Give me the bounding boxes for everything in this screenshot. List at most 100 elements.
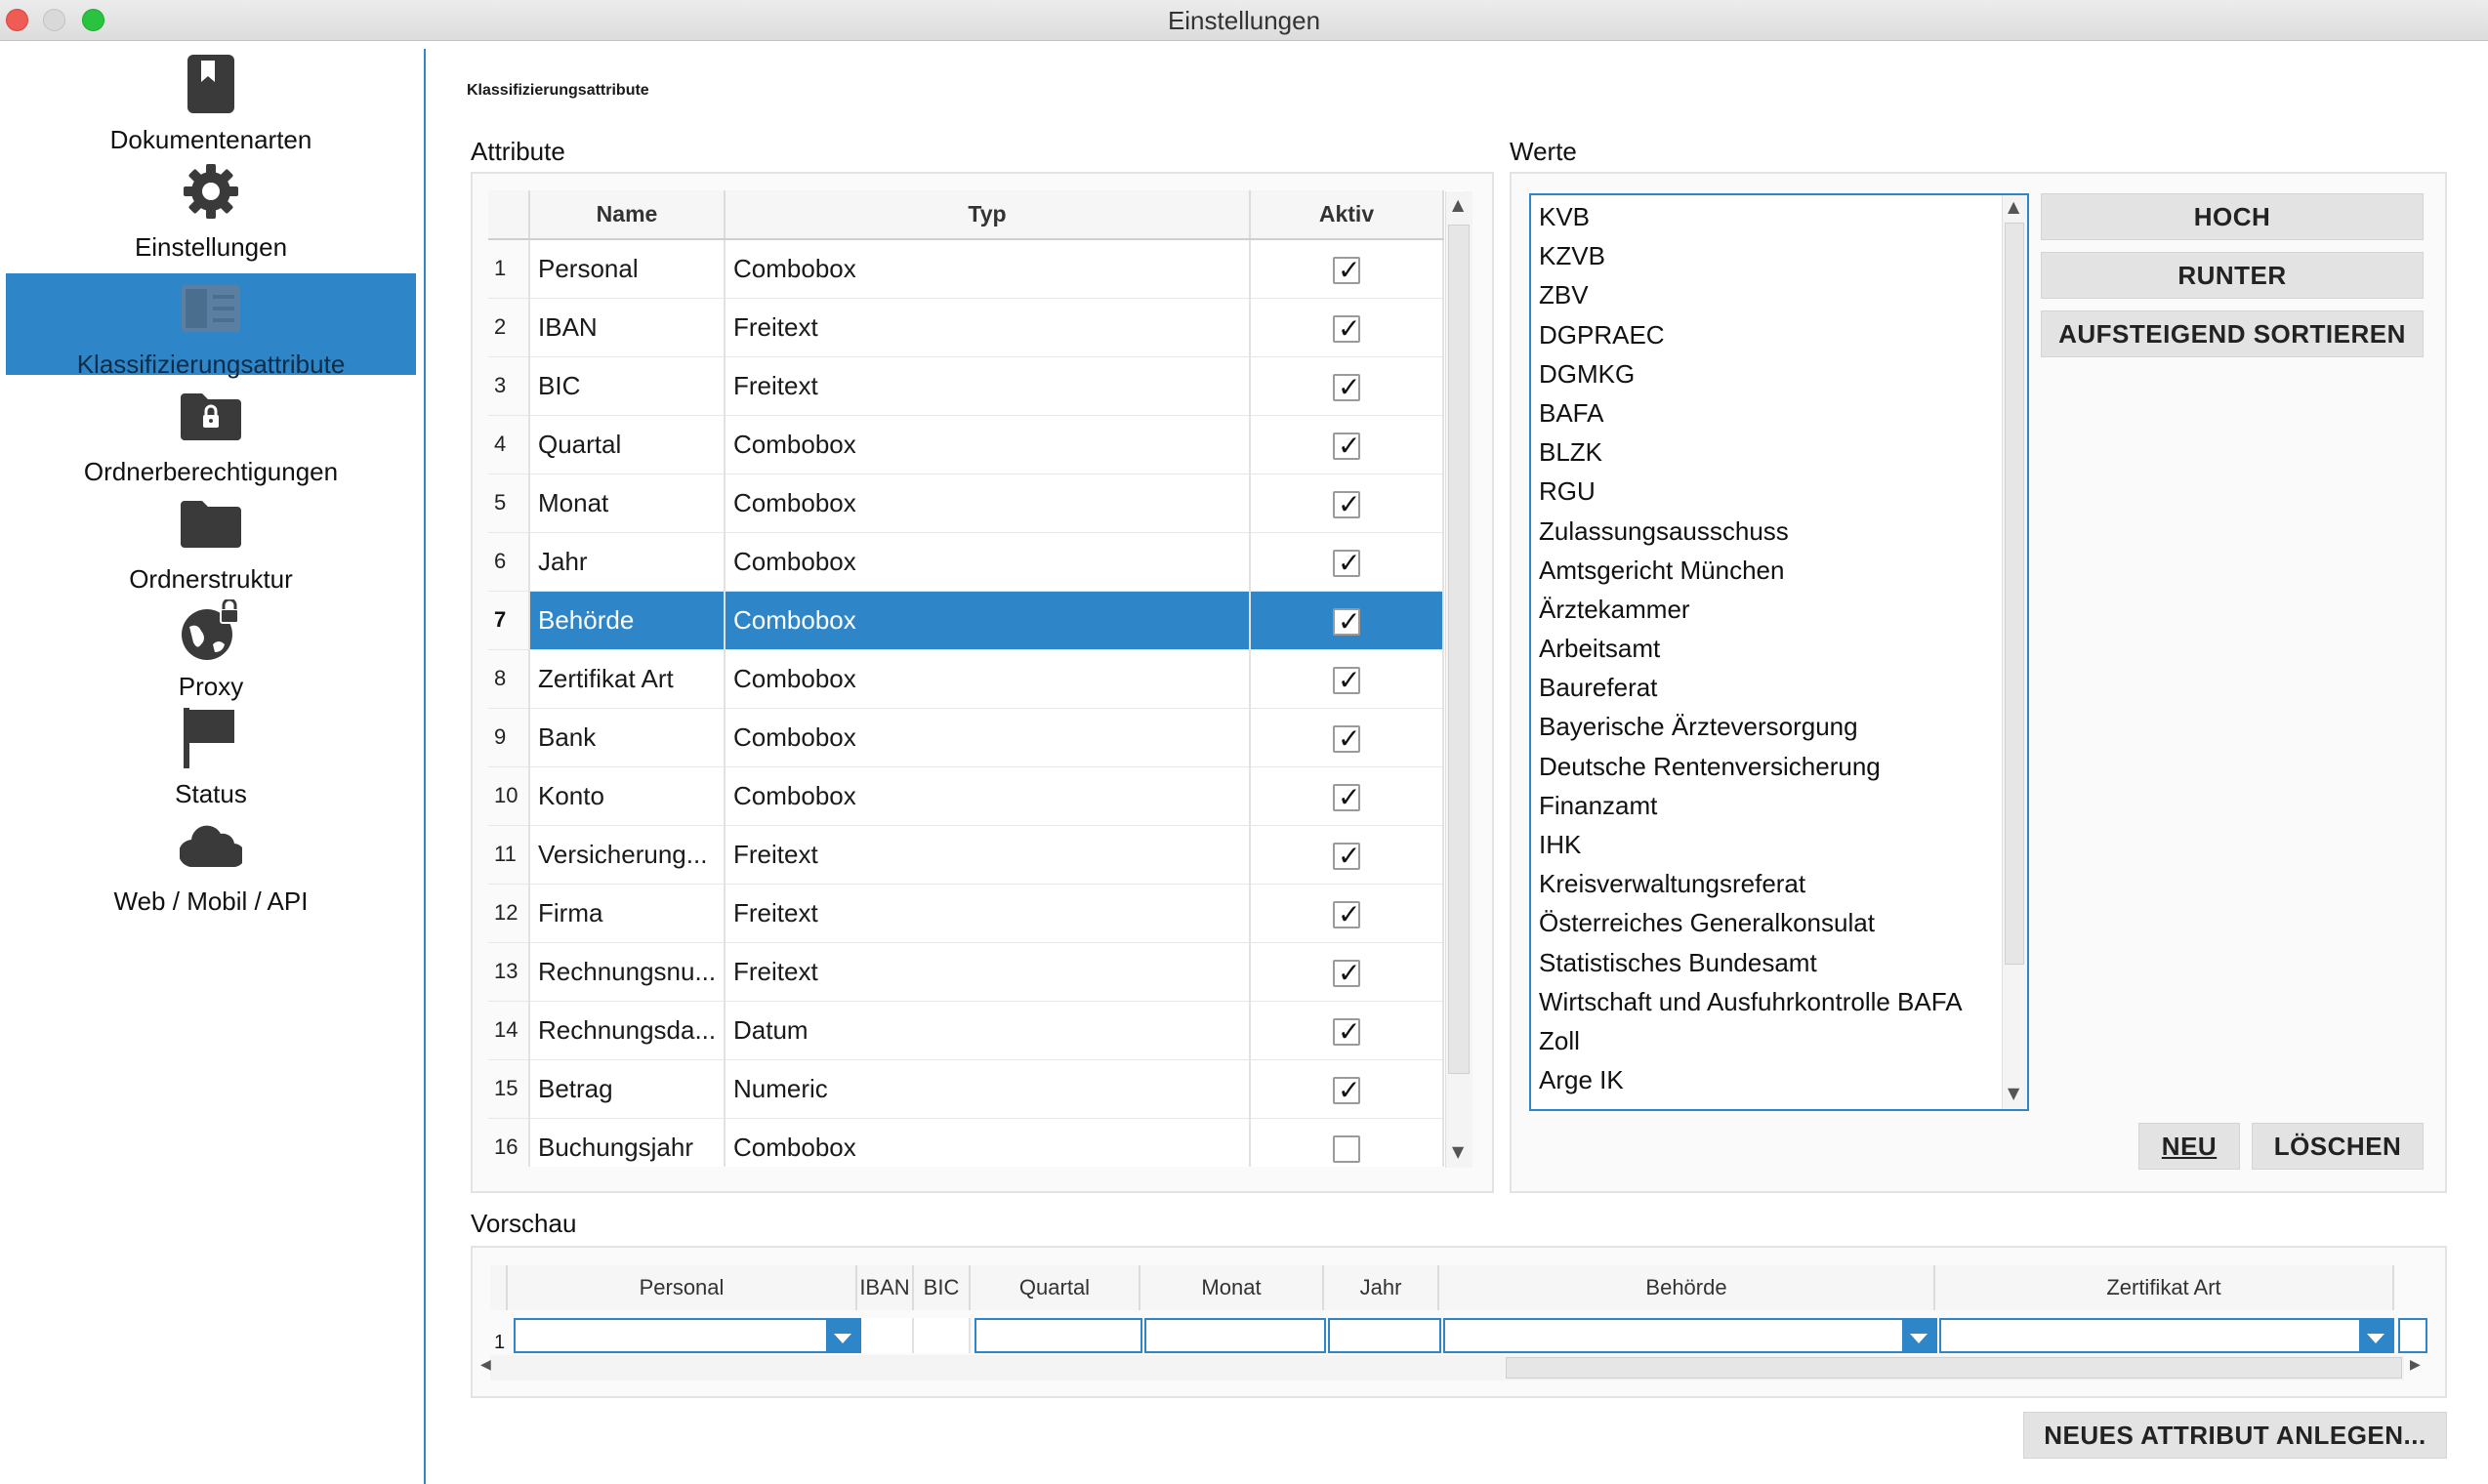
column-header-active[interactable]: Aktiv bbox=[1250, 190, 1444, 240]
table-row[interactable]: 15 Betrag Numeric bbox=[488, 1059, 1444, 1119]
row-index: 16 bbox=[488, 1118, 530, 1167]
sort-ascending-button[interactable]: AUFSTEIGEND SORTIEREN bbox=[2041, 310, 2424, 357]
preview-behoerde-combobox[interactable] bbox=[1443, 1318, 1937, 1353]
active-checkbox[interactable] bbox=[1333, 722, 1360, 755]
scroll-up-icon[interactable]: ▲ bbox=[2008, 197, 2019, 216]
table-row[interactable]: 4 Quartal Combobox bbox=[488, 415, 1444, 474]
scrollbar-thumb[interactable] bbox=[2005, 223, 2024, 965]
active-checkbox[interactable] bbox=[1333, 488, 1360, 520]
preview-iban-field[interactable] bbox=[861, 1318, 914, 1353]
table-row[interactable]: 8 Zertifikat Art Combobox bbox=[488, 649, 1444, 709]
preview-next-combobox[interactable] bbox=[2398, 1318, 2427, 1353]
list-item[interactable]: DGMKG bbox=[1531, 354, 2027, 393]
values-list[interactable]: KVB KZVB ZBV DGPRAEC DGMKG BAFA BLZK RGU Zulassu… bbox=[1529, 193, 2029, 1111]
values-scrollbar[interactable]: ▲ ▼ bbox=[2002, 195, 2027, 1109]
new-attribute-button[interactable]: NEUES ATTRIBUT ANLEGEN... bbox=[2023, 1412, 2447, 1459]
scroll-left-icon[interactable]: ◀ bbox=[480, 1357, 491, 1373]
active-checkbox[interactable] bbox=[1333, 957, 1360, 989]
table-row[interactable]: 16 Buchungsjahr Combobox bbox=[488, 1118, 1444, 1167]
chevron-down-icon[interactable] bbox=[826, 1320, 859, 1353]
list-item[interactable]: Deutsche Rentenversicherung bbox=[1531, 747, 2027, 786]
scroll-up-icon[interactable]: ▲ bbox=[1452, 195, 1464, 214]
list-item[interactable]: Österreiches Generalkonsulat bbox=[1531, 903, 2027, 942]
sidebar-item-ordnerstruktur[interactable]: Ordnerstruktur bbox=[6, 488, 416, 594]
preview-personal-combobox[interactable] bbox=[514, 1318, 861, 1353]
list-item[interactable]: Zulassungsausschuss bbox=[1531, 512, 2027, 551]
list-item[interactable]: Arge IK bbox=[1531, 1060, 2027, 1099]
table-row[interactable]: 1 Personal Combobox bbox=[488, 239, 1444, 299]
scroll-down-icon[interactable]: ▼ bbox=[2008, 1084, 2019, 1102]
list-item[interactable]: BLZK bbox=[1531, 433, 2027, 472]
active-checkbox[interactable] bbox=[1333, 371, 1360, 403]
sidebar-item-einstellungen[interactable]: Einstellungen bbox=[6, 156, 416, 262]
table-row[interactable]: 13 Rechnungsnu... Freitext bbox=[488, 942, 1444, 1002]
list-item[interactable]: RGU bbox=[1531, 472, 2027, 511]
column-header-type[interactable]: Typ bbox=[725, 190, 1251, 240]
active-checkbox[interactable] bbox=[1333, 254, 1360, 286]
table-row[interactable]: 10 Konto Combobox bbox=[488, 766, 1444, 826]
delete-value-button[interactable]: LÖSCHEN bbox=[2252, 1123, 2424, 1170]
active-checkbox[interactable] bbox=[1333, 781, 1360, 813]
sidebar-item-klassifizierungsattribute[interactable]: Klassifizierungsattribute bbox=[6, 273, 416, 379]
scroll-right-icon[interactable]: ▶ bbox=[2410, 1357, 2421, 1373]
attribute-name-cell: Firma bbox=[529, 884, 726, 943]
active-checkbox[interactable] bbox=[1333, 840, 1360, 872]
preview-bic-field[interactable] bbox=[914, 1318, 971, 1353]
list-item[interactable]: BAFA bbox=[1531, 393, 2027, 433]
chevron-down-icon[interactable] bbox=[2359, 1320, 2392, 1353]
list-item[interactable]: Kreisverwaltungsreferat bbox=[1531, 864, 2027, 903]
sidebar-item-status[interactable]: Status bbox=[6, 703, 416, 808]
preview-quartal-combobox[interactable] bbox=[974, 1318, 1142, 1353]
sidebar-item-dokumentenarten[interactable]: Dokumentenarten bbox=[6, 49, 416, 154]
active-checkbox[interactable] bbox=[1333, 312, 1360, 345]
chevron-down-icon[interactable] bbox=[1902, 1320, 1935, 1353]
table-row[interactable]: 7 Behörde Combobox bbox=[488, 591, 1444, 650]
list-item[interactable]: IHK bbox=[1531, 825, 2027, 864]
table-row[interactable]: 14 Rechnungsda... Datum bbox=[488, 1001, 1444, 1060]
active-checkbox[interactable] bbox=[1333, 664, 1360, 696]
scroll-down-icon[interactable]: ▼ bbox=[1452, 1142, 1464, 1161]
active-checkbox[interactable] bbox=[1333, 430, 1360, 462]
list-item[interactable]: DGPRAEC bbox=[1531, 315, 2027, 354]
list-item[interactable]: Statistisches Bundesamt bbox=[1531, 943, 2027, 982]
list-item[interactable]: Amtsgericht München bbox=[1531, 551, 2027, 590]
preview-horizontal-scrollbar[interactable]: ◀ ▶ bbox=[480, 1355, 2421, 1381]
scrollbar-thumb[interactable] bbox=[1448, 225, 1470, 1074]
preview-monat-combobox[interactable] bbox=[1144, 1318, 1326, 1353]
active-checkbox[interactable] bbox=[1333, 1074, 1360, 1106]
active-checkbox[interactable] bbox=[1333, 605, 1360, 638]
list-item[interactable]: KZVB bbox=[1531, 236, 2027, 275]
move-up-button[interactable]: HOCH bbox=[2041, 193, 2424, 240]
list-item[interactable]: Wirtschaft und Ausfuhrkontrolle BAFA bbox=[1531, 982, 2027, 1021]
table-row[interactable]: 3 BIC Freitext bbox=[488, 356, 1444, 416]
list-item[interactable]: Ärztekammer bbox=[1531, 590, 2027, 629]
sidebar-item-web-mobil-api[interactable]: Web / Mobil / API bbox=[6, 810, 416, 916]
table-row[interactable]: 2 IBAN Freitext bbox=[488, 298, 1444, 357]
list-item[interactable]: ZBV bbox=[1531, 275, 2027, 314]
list-item[interactable]: Baureferat bbox=[1531, 668, 2027, 707]
sidebar-item-ordnerberechtigungen[interactable]: Ordnerberechtigungen bbox=[6, 381, 416, 486]
list-item[interactable]: Berufsgenossenschaft bbox=[1531, 1099, 2027, 1109]
active-checkbox[interactable] bbox=[1333, 547, 1360, 579]
list-item[interactable]: Bayerische Ärzteversorgung bbox=[1531, 707, 2027, 746]
sidebar-item-proxy[interactable]: Proxy bbox=[6, 596, 416, 701]
table-row[interactable]: 12 Firma Freitext bbox=[488, 884, 1444, 943]
table-row[interactable]: 6 Jahr Combobox bbox=[488, 532, 1444, 592]
preview-jahr-combobox[interactable] bbox=[1328, 1318, 1441, 1353]
active-checkbox[interactable] bbox=[1333, 898, 1360, 930]
list-item[interactable]: Arbeitsamt bbox=[1531, 629, 2027, 668]
column-header-name[interactable]: Name bbox=[529, 190, 726, 240]
scrollbar-thumb[interactable] bbox=[1506, 1357, 2402, 1379]
table-row[interactable]: 9 Bank Combobox bbox=[488, 708, 1444, 767]
active-checkbox[interactable] bbox=[1333, 1134, 1360, 1163]
preview-zertifikat-combobox[interactable] bbox=[1939, 1318, 2394, 1353]
list-item[interactable]: Finanzamt bbox=[1531, 786, 2027, 825]
table-row[interactable]: 5 Monat Combobox bbox=[488, 474, 1444, 533]
list-item[interactable]: KVB bbox=[1531, 197, 2027, 236]
active-checkbox[interactable] bbox=[1333, 1015, 1360, 1048]
move-down-button[interactable]: RUNTER bbox=[2041, 252, 2424, 299]
list-item[interactable]: Zoll bbox=[1531, 1021, 2027, 1060]
table-row[interactable]: 11 Versicherung... Freitext bbox=[488, 825, 1444, 885]
attributes-scrollbar[interactable]: ▲ ▼ bbox=[1445, 191, 1472, 1168]
new-value-button[interactable]: NEU bbox=[2138, 1123, 2240, 1170]
